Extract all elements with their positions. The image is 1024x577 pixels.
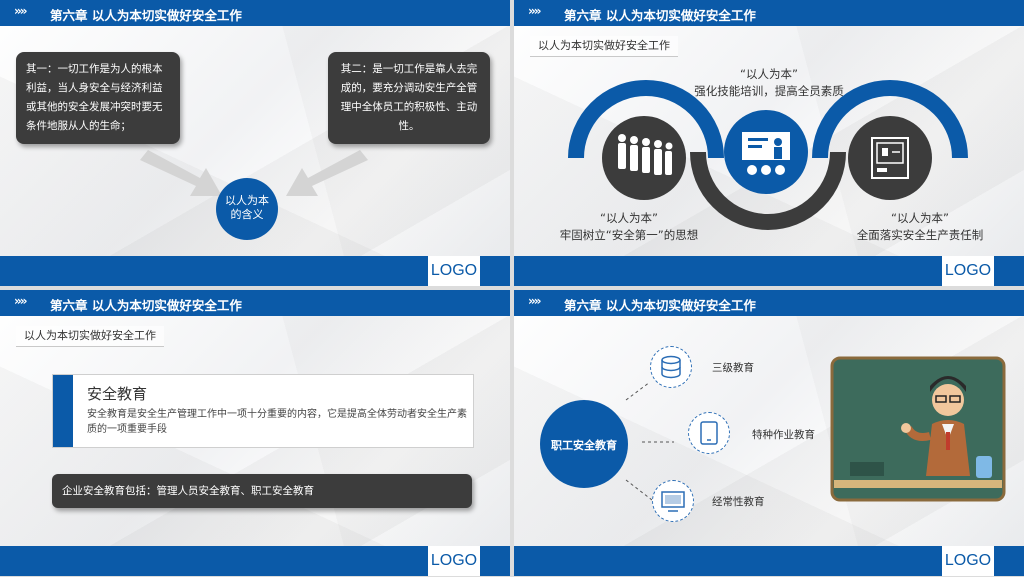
left-quote-block: “以人为本” 牢固树立“安全第一”的思想 <box>534 210 724 244</box>
slide-footer: LOGO <box>514 546 1024 576</box>
tablet-icon-circle[interactable] <box>688 412 730 454</box>
item-three-level: 三级教育 <box>712 362 754 374</box>
staff-education-circle: 职工安全教育 <box>540 400 628 488</box>
slide-subtitle: 以人为本切实做好安全工作 <box>16 326 164 347</box>
database-icon-circle[interactable] <box>650 346 692 388</box>
scope-text: 企业安全教育包括：管理人员安全教育、职工安全教育 <box>62 485 314 497</box>
machine-icon <box>871 137 909 179</box>
meaning-label: 以人为本的含义 <box>225 194 269 221</box>
teacher-illustration <box>830 356 1006 502</box>
slide-footer: LOGO <box>0 546 510 576</box>
right-quote-block: “以人为本” 全面落实安全生产责任制 <box>830 210 1010 244</box>
left-text: 牢固树立“安全第一”的思想 <box>559 228 699 242</box>
right-text: 全面落实安全生产责任制 <box>856 228 984 242</box>
card-text: 安全教育是安全生产管理工作中一项十分重要的内容，它是提高全体劳动者安全生产素质的… <box>87 409 467 435</box>
monitor-icon-circle[interactable] <box>652 480 694 522</box>
slide-3[interactable]: »» 第六章 以人为本切实做好安全工作 以人为本切实做好安全工作 安全教育 安全… <box>0 290 510 576</box>
chevrons-icon: »» <box>14 294 27 308</box>
staff-education-label: 职工安全教育 <box>551 439 617 452</box>
meaning-circle: 以人为本的含义 <box>216 178 278 240</box>
teacher-board-icon <box>742 132 790 175</box>
logo: LOGO <box>942 256 994 286</box>
tablet-icon <box>700 421 718 445</box>
item-regular: 经常性教育 <box>712 496 765 508</box>
slide-4[interactable]: »» 第六章 以人为本切实做好安全工作 职工安全教育 三级教育 特种作业教育 经… <box>514 290 1024 576</box>
slide-title: 第六章 以人为本切实做好安全工作 <box>50 298 242 313</box>
monitor-icon <box>661 491 685 512</box>
principle-one-text: 其一：一切工作是为人的根本利益，当人身安全与经济利益或其他的安全发展冲突时要无条… <box>26 63 163 132</box>
database-icon <box>661 355 681 379</box>
principle-two-text: 其二：是一切工作是靠人去完成的，要充分调动安生产全管理中全体员工的积极性、主动性… <box>340 63 478 132</box>
logo: LOGO <box>428 546 480 576</box>
slide-footer: LOGO <box>0 256 510 286</box>
right-quote: “以人为本” <box>891 211 949 225</box>
card-accent <box>53 375 73 447</box>
slide-2[interactable]: »» 第六章 以人为本切实做好安全工作 以人为本切实做好安全工作 “以人为本” … <box>514 0 1024 286</box>
principle-one-box: 其一：一切工作是为人的根本利益，当人身安全与经济利益或其他的安全发展冲突时要无条… <box>16 52 180 144</box>
slide-1[interactable]: »» 第六章 以人为本切实做好安全工作 其一：一切工作是为人的根本利益，当人身安… <box>0 0 510 286</box>
slide-footer: LOGO <box>514 256 1024 286</box>
education-scope-bar: 企业安全教育包括：管理人员安全教育、职工安全教育 <box>52 474 472 508</box>
queue-people-icon <box>618 134 673 175</box>
card-title: 安全教育 <box>87 385 148 403</box>
item-special-operation: 特种作业教育 <box>752 429 815 441</box>
slide-header: »» 第六章 以人为本切实做好安全工作 <box>0 290 510 316</box>
left-quote: “以人为本” <box>600 211 658 225</box>
education-card: 安全教育 安全教育是安全生产管理工作中一项十分重要的内容，它是提高全体劳动者安全… <box>52 374 474 448</box>
logo: LOGO <box>428 256 480 286</box>
logo: LOGO <box>942 546 994 576</box>
principle-two-box: 其二：是一切工作是靠人去完成的，要充分调动安生产全管理中全体员工的积极性、主动性… <box>328 52 490 144</box>
